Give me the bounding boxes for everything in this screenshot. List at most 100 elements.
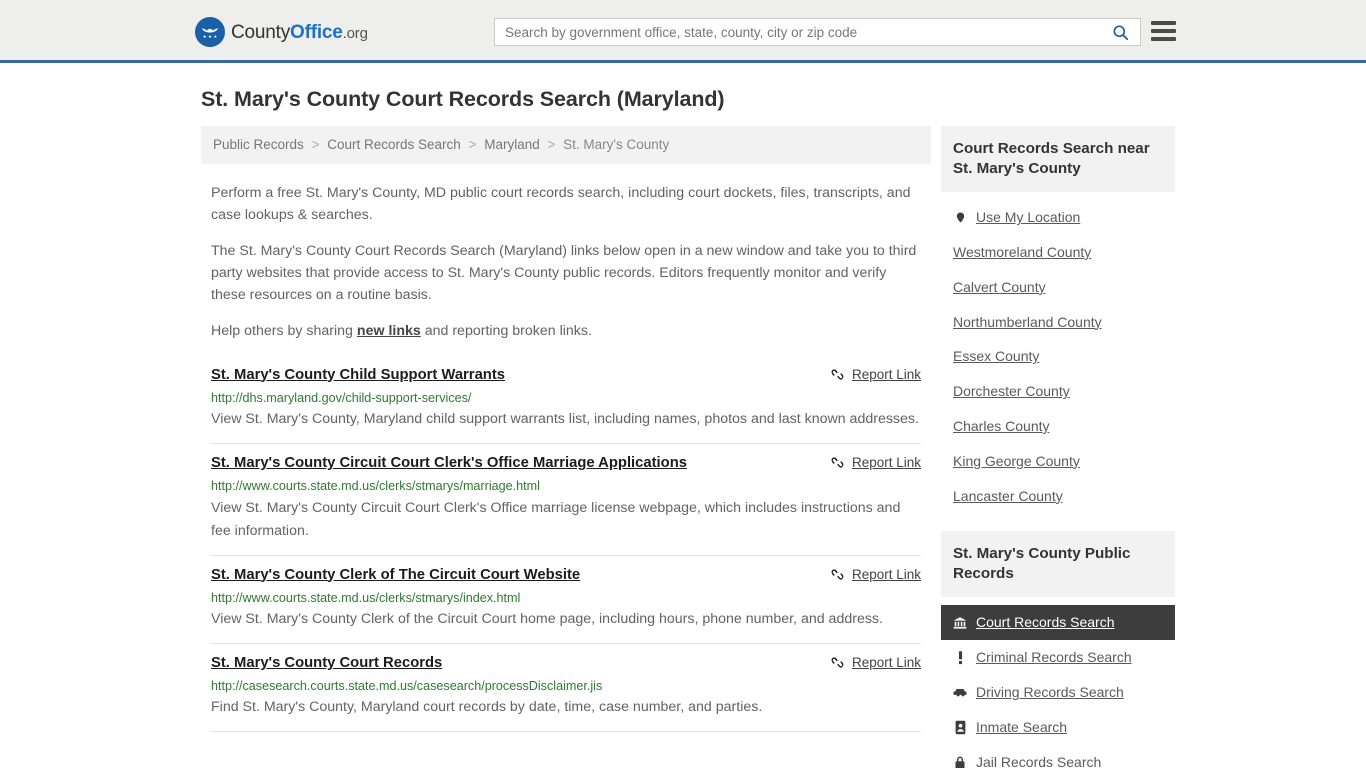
id-badge-icon: [953, 719, 967, 735]
report-link-button[interactable]: Report Link: [830, 655, 921, 670]
broken-link-icon: [831, 457, 844, 468]
bank-columns-icon: [953, 615, 967, 631]
sidebar-item-label: Criminal Records Search: [976, 649, 1132, 666]
list-item: Inmate Search: [941, 710, 1175, 745]
report-link-label: Report Link: [851, 455, 921, 471]
result-header: St. Mary's County Child Support Warrants…: [211, 366, 921, 385]
sidebar-item-calvert-county[interactable]: Calvert County: [941, 270, 1175, 305]
sidebar-item-label: Calvert County: [953, 278, 1046, 295]
sidebar-item-use-my-location[interactable]: Use My Location: [941, 200, 1175, 235]
site-header: CountyOffice.org: [0, 0, 1366, 63]
sidebar-item-essex-county[interactable]: Essex County: [941, 339, 1175, 374]
lock-icon: [953, 754, 967, 768]
result-url[interactable]: http://dhs.maryland.gov/child-support-se…: [211, 389, 921, 407]
sidebar-item-label: Essex County: [953, 348, 1040, 365]
car-icon: [953, 684, 967, 700]
results-list: St. Mary's County Child Support Warrants…: [201, 356, 931, 733]
main-content: Public Records > Court Records Search > …: [193, 126, 931, 733]
result-header: St. Mary's County Court Records Report L…: [211, 654, 921, 673]
logo-text-org: .org: [342, 24, 368, 42]
sidebar: Court Records Search near St. Mary's Cou…: [941, 126, 1175, 768]
result-description: View St. Mary's County Circuit Court Cle…: [211, 499, 901, 539]
result-item: St. Mary's County Child Support Warrants…: [211, 356, 921, 445]
result-url[interactable]: http://www.courts.state.md.us/clerks/stm…: [211, 477, 921, 495]
result-description: View St. Mary's County, Maryland child s…: [211, 411, 919, 428]
intro-paragraph-1: Perform a free St. Mary's County, MD pub…: [211, 184, 911, 223]
list-item: Criminal Records Search: [941, 640, 1175, 675]
breadcrumb-item-maryland[interactable]: Maryland: [484, 137, 540, 152]
sidebar-item-northumberland-county[interactable]: Northumberland County: [941, 305, 1175, 340]
result-title-link[interactable]: St. Mary's County Circuit Court Clerk's …: [211, 454, 699, 473]
report-link-button[interactable]: Report Link: [830, 567, 921, 582]
sidebar-item-jail-records-search[interactable]: Jail Records Search: [941, 745, 1175, 768]
breadcrumb-item-public-records[interactable]: Public Records: [213, 137, 304, 152]
list-item: Use My Location: [941, 200, 1175, 235]
intro-text-after: and reporting broken links.: [420, 322, 592, 339]
search-bar: [494, 18, 1141, 46]
breadcrumb-separator: >: [547, 137, 556, 152]
list-item: King George County: [941, 444, 1175, 479]
report-link-label: Report Link: [851, 566, 921, 582]
result-url[interactable]: http://www.courts.state.md.us/clerks/stm…: [211, 589, 921, 607]
report-link-label: Report Link: [851, 366, 921, 382]
result-item: St. Mary's County Clerk of The Circuit C…: [211, 556, 921, 644]
sidebar-item-label: Lancaster County: [953, 487, 1063, 504]
logo-text-county: County: [231, 21, 291, 43]
broken-link-icon: [831, 368, 844, 380]
sidebar-item-label: Westmoreland County: [953, 243, 1092, 260]
list-item: Northumberland County: [941, 305, 1175, 340]
breadcrumb-item-court-records-search[interactable]: Court Records Search: [327, 137, 461, 152]
result-title-link[interactable]: St. Mary's County Court Records: [211, 654, 454, 673]
sidebar-nearby-heading: Court Records Search near St. Mary's Cou…: [941, 126, 1175, 193]
sidebar-item-label: Use My Location: [976, 209, 1081, 226]
sidebar-item-label: Driving Records Search: [976, 684, 1124, 701]
hamburger-menu-icon[interactable]: [1151, 19, 1176, 43]
site-logo[interactable]: CountyOffice.org: [195, 17, 368, 47]
sidebar-item-lancaster-county[interactable]: Lancaster County: [941, 479, 1175, 514]
result-item: St. Mary's County Court Records Report L…: [211, 644, 921, 733]
sidebar-item-label: Charles County: [953, 417, 1050, 434]
intro-text-before: Help others by sharing: [211, 322, 357, 339]
breadcrumb: Public Records > Court Records Search > …: [201, 126, 931, 164]
new-links-link[interactable]: new links: [357, 323, 421, 339]
breadcrumb-separator: >: [311, 137, 320, 152]
sidebar-item-westmoreland-county[interactable]: Westmoreland County: [941, 235, 1175, 270]
sidebar-item-label: King George County: [953, 452, 1080, 469]
report-link-button[interactable]: Report Link: [830, 367, 921, 382]
result-title-link[interactable]: St. Mary's County Clerk of The Circuit C…: [211, 566, 592, 585]
sidebar-item-charles-county[interactable]: Charles County: [941, 409, 1175, 444]
list-item: Lancaster County: [941, 479, 1175, 514]
sidebar-item-label: Court Records Search: [976, 614, 1115, 631]
sidebar-item-king-george-county[interactable]: King George County: [941, 444, 1175, 479]
intro-paragraph-2: The St. Mary's County Court Records Sear…: [211, 242, 917, 303]
sidebar-item-dorchester-county[interactable]: Dorchester County: [941, 374, 1175, 409]
list-item: Driving Records Search: [941, 675, 1175, 710]
intro-paragraph-3: Help others by sharing new links and rep…: [211, 320, 921, 342]
list-item: Essex County: [941, 339, 1175, 374]
list-item: Calvert County: [941, 270, 1175, 305]
sidebar-item-inmate-search[interactable]: Inmate Search: [941, 710, 1175, 745]
list-item: Jail Records Search: [941, 745, 1175, 768]
result-url[interactable]: http://casesearch.courts.state.md.us/cas…: [211, 677, 921, 695]
broken-link-icon: [831, 568, 844, 580]
result-item: St. Mary's County Circuit Court Clerk's …: [211, 444, 921, 556]
report-link-button[interactable]: Report Link: [830, 455, 921, 470]
sidebar-public-records-box: St. Mary's County Public Records Court R…: [941, 531, 1175, 768]
sidebar-item-label: Dorchester County: [953, 383, 1070, 400]
list-item: Charles County: [941, 409, 1175, 444]
search-button[interactable]: [1100, 19, 1140, 45]
sidebar-item-criminal-records-search[interactable]: Criminal Records Search: [941, 640, 1175, 675]
broken-link-icon: [831, 657, 844, 668]
logo-wordmark: CountyOffice.org: [231, 23, 368, 42]
report-link-label: Report Link: [851, 655, 921, 670]
exclamation-icon: [953, 650, 967, 666]
list-item: Dorchester County: [941, 374, 1175, 409]
sidebar-item-driving-records-search[interactable]: Driving Records Search: [941, 675, 1175, 710]
page-title: St. Mary's County Court Records Search (…: [201, 87, 725, 111]
logo-text-office: Office: [290, 21, 343, 43]
sidebar-item-label: Jail Records Search: [976, 753, 1102, 768]
sidebar-item-court-records-search[interactable]: Court Records Search: [941, 605, 1175, 641]
search-input[interactable]: [495, 19, 1100, 45]
result-title-link[interactable]: St. Mary's County Child Support Warrants: [211, 366, 517, 385]
search-icon: [1112, 24, 1128, 40]
